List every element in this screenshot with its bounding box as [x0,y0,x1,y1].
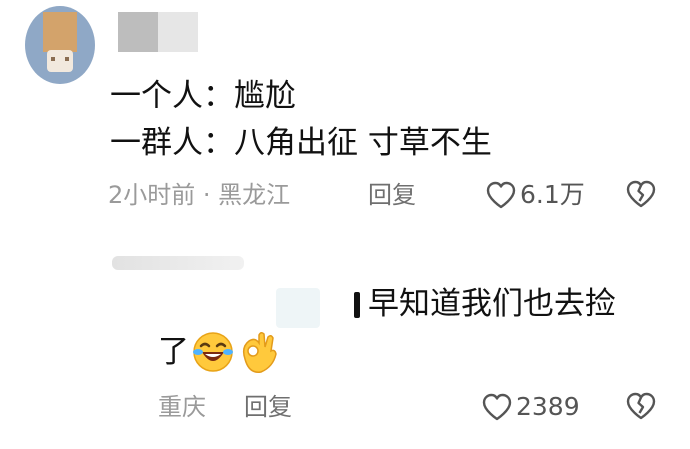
reply-location: 重庆 [158,393,206,421]
comment-line-2: 一群人：八角出征 寸草不生 [110,125,492,161]
broken-heart-icon [626,180,656,212]
comment-like-button[interactable]: 6.1万 [486,180,585,210]
heart-outline-icon [486,181,516,209]
redaction-block [158,12,198,52]
comment-reply-button[interactable]: 回复 [368,180,416,210]
ok-hand-emoji-icon [237,329,279,375]
reply-username-redacted[interactable] [112,256,244,270]
reply-reply-button[interactable]: 回复 [244,392,292,422]
commenter-username-redacted[interactable] [118,12,200,52]
commenter-avatar[interactable] [25,6,95,84]
reply-text-line-1: 早知道我们也去捡 [368,286,616,322]
avatar-hair [43,12,77,52]
heart-outline-icon [482,393,512,421]
comment-like-count: 6.1万 [520,180,585,209]
reply-dislike-button[interactable] [626,392,656,424]
reply-avatar-redacted[interactable] [276,288,320,328]
redaction-block [118,12,158,52]
reply-like-button[interactable]: 2389 [482,392,580,422]
avatar-face [47,50,73,72]
comment-dislike-button[interactable] [626,180,656,212]
comment-line-1: 一个人：尴尬 [110,78,296,114]
broken-heart-icon [626,392,656,424]
avatar-eyes [51,57,69,61]
reply-marker [354,292,360,318]
reply-text-end: 了 [158,334,189,370]
reply-like-count: 2389 [516,392,580,421]
comment-time-location: 2小时前 · 黑龙江 [108,181,291,209]
laughing-crying-emoji-icon [191,330,235,374]
reply-text-line-2: 了 [158,328,279,376]
